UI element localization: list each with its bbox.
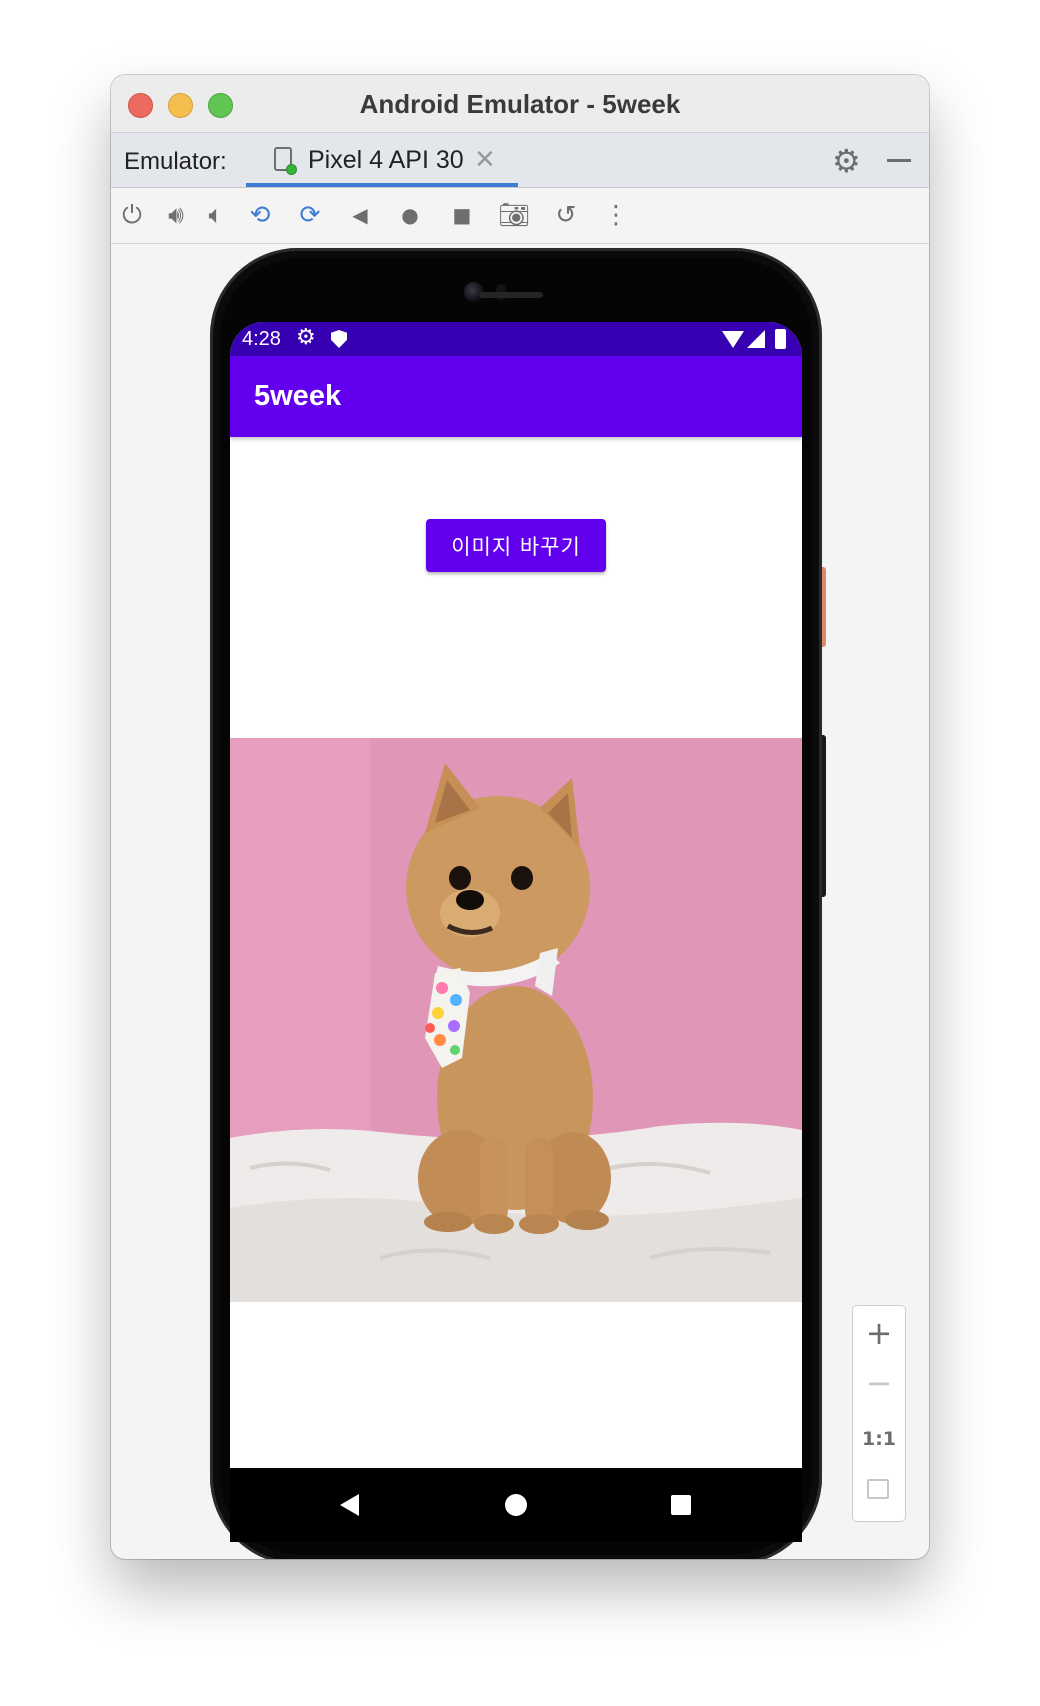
earpiece-speaker: [479, 292, 543, 298]
rotate-right-icon[interactable]: ⟳: [293, 198, 327, 232]
status-bar: 4:28 ⚙: [230, 322, 802, 356]
tab-close-icon[interactable]: ✕: [474, 144, 496, 175]
wifi-icon: [722, 331, 744, 348]
signal-icon: [747, 330, 765, 348]
status-settings-icon: ⚙: [296, 325, 316, 350]
title-bar: Android Emulator - 5week: [111, 75, 929, 133]
nav-recents-icon[interactable]: [671, 1495, 691, 1515]
tab-label: Pixel 4 API 30: [308, 146, 464, 174]
zoom-actual-size-button[interactable]: 1:1: [853, 1428, 905, 1450]
snapshot-icon[interactable]: ↺: [549, 198, 583, 232]
app-title: 5week: [254, 380, 342, 412]
zoom-out-button[interactable]: −: [853, 1364, 905, 1402]
rotate-left-icon[interactable]: ⟲: [243, 198, 277, 232]
app-bar: 5week: [230, 356, 802, 437]
window-title: Android Emulator - 5week: [359, 89, 681, 119]
emulator-window: Android Emulator - 5week Emulator: Pixel…: [111, 75, 929, 1559]
more-icon[interactable]: ⋮: [599, 198, 633, 232]
overview-icon[interactable]: ■: [445, 198, 479, 232]
screenshot-icon[interactable]: 📷︎: [497, 198, 531, 232]
battery-icon: [775, 329, 786, 349]
power-icon[interactable]: ⏻: [115, 198, 149, 232]
zoom-in-button[interactable]: +: [853, 1314, 905, 1352]
change-image-button[interactable]: 이미지 바꾸기: [426, 519, 606, 572]
status-time: 4:28: [242, 328, 281, 350]
emulator-tab-bar: Emulator: Pixel 4 API 30 ✕ ⚙: [111, 133, 929, 188]
nav-home-icon[interactable]: [505, 1494, 527, 1516]
device-screen[interactable]: 4:28 ⚙ 5week 이미지 바꾸기: [230, 322, 802, 1542]
zoom-fit-icon[interactable]: [867, 1479, 889, 1499]
nav-back-icon[interactable]: [340, 1494, 359, 1516]
emulator-label: Emulator:: [124, 148, 227, 175]
tab-pixel-4-api-30[interactable]: Pixel 4 API 30 ✕: [246, 133, 518, 187]
phone-frame: 4:28 ⚙ 5week 이미지 바꾸기: [210, 248, 822, 1559]
emulator-toolbar: ⏻ 🔊︎ 🔈︎ ⟲ ⟳ ◀ ● ■ 📷︎ ↺ ⋮: [111, 188, 929, 244]
navigation-bar: [230, 1468, 802, 1542]
home-icon[interactable]: ●: [393, 198, 427, 232]
volume-down-icon[interactable]: 🔈︎: [199, 198, 233, 232]
dog-photo: [230, 738, 802, 1302]
settings-gear-icon[interactable]: ⚙: [832, 142, 861, 180]
hide-panel-icon[interactable]: [887, 159, 911, 162]
back-icon[interactable]: ◀: [343, 198, 377, 232]
zoom-controls: + − 1:1: [852, 1305, 906, 1522]
volume-up-icon[interactable]: 🔊︎: [159, 198, 193, 232]
device-running-icon: [274, 147, 297, 175]
status-shield-icon: [331, 330, 347, 348]
